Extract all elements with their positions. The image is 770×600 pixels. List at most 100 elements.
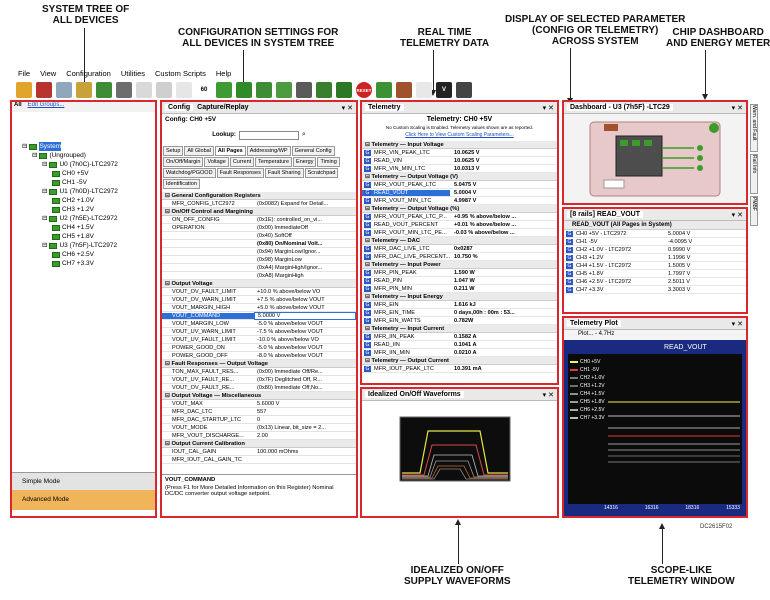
advanced-mode-button[interactable]: Advanced Mode: [12, 490, 155, 510]
menu-file[interactable]: File: [18, 69, 30, 78]
telemetry-row[interactable]: MFR_IIN_PEAK 0.1582 A: [362, 333, 557, 341]
config-section-header[interactable]: ⊟ On/Off Control and Margining: [162, 208, 356, 216]
config-row-value[interactable]: (0x00) ImmediateOff: [254, 225, 356, 231]
config-row-value[interactable]: (0x1E): controlled_on_vi...: [254, 217, 356, 223]
chip-search-icon[interactable]: [76, 82, 92, 98]
config-row-value[interactable]: (0xA8) MarginHigh: [254, 273, 356, 279]
telemetry-section-header[interactable]: ⊟ Telemetry — Input Power: [362, 261, 557, 269]
telemetry-row[interactable]: MFR_EIN 1.616 kJ: [362, 301, 557, 309]
chip-multi-icon[interactable]: [276, 82, 292, 98]
telemetry-row[interactable]: MFR_VIN_PEAK_LTC 10.0625 V: [362, 149, 557, 157]
config-row[interactable]: ON_OFF_CONFIG (0x1E): controlled_on_vi...: [162, 216, 356, 224]
panel-close-icon[interactable]: ▾ ✕: [342, 104, 353, 112]
read-vout-row[interactable]: CH7 +3.3V 3.3003 V: [564, 286, 746, 294]
config-row[interactable]: (0xA8) MarginHigh: [162, 272, 356, 280]
config-row[interactable]: (0x98) MarginLow: [162, 256, 356, 264]
search-icon[interactable]: [56, 82, 72, 98]
config-row-value[interactable]: (0xA4) MarginHigh/Ignor...: [254, 265, 356, 271]
side-tab-rail-info[interactable]: Rail Info: [750, 154, 758, 194]
telemetry-plot-close-icon[interactable]: ▾ ✕: [732, 320, 743, 328]
config-row[interactable]: VOUT_UV_WARN_LIMIT -7.5 % above/below VOU…: [162, 328, 356, 336]
telemetry-row[interactable]: READ_PIN 1.047 W: [362, 277, 557, 285]
telemetry-row[interactable]: MFR_VOUT_MIN_LTC_PE... -0.03 % above/belo…: [362, 229, 557, 237]
telemetry-row[interactable]: READ_IIN 0.1041 A: [362, 341, 557, 349]
config-row-value[interactable]: 5.6000 V: [254, 401, 356, 407]
menu-configuration[interactable]: Configuration: [66, 69, 111, 78]
config-row[interactable]: OPERATION (0x00) ImmediateOff: [162, 224, 356, 232]
chip-read-icon[interactable]: [236, 82, 252, 98]
read-vout-row[interactable]: CH1 -5V -4.0095 V: [564, 238, 746, 246]
config-tab[interactable]: Addressing/WP: [246, 146, 291, 156]
dashboard-close-icon[interactable]: ▾ ✕: [732, 104, 743, 112]
telemetry-row[interactable]: MFR_EIN_TIME 0 days,00h : 00m : 53...: [362, 309, 557, 317]
telemetry-row[interactable]: MFR_EIN_WATTS 0.782W: [362, 317, 557, 325]
tree-node[interactable]: ⊟ U2 (7h5E)-LTC2972: [22, 214, 118, 223]
telemetry-section-header[interactable]: ⊟ Telemetry — Input Current: [362, 325, 557, 333]
config-tab[interactable]: Setup: [163, 146, 184, 156]
config-row[interactable]: (0x40) SoftOff: [162, 232, 356, 240]
config-tab[interactable]: All Pages: [214, 146, 246, 156]
read-vout-row[interactable]: CH0 +5V - LTC2972 5.0004 V: [564, 230, 746, 238]
config-row-value[interactable]: (0x13) Linear, bit_size = 2...: [254, 425, 356, 431]
config-row[interactable]: MFR_IOUT_CAL_GAIN_TC: [162, 456, 356, 464]
config-tab[interactable]: Identification: [163, 179, 200, 189]
board-icon[interactable]: [96, 82, 112, 98]
tree-node[interactable]: ⊟ U3 (7h5F)-LTC2972: [22, 241, 118, 250]
config-tab[interactable]: Fault Sharing: [264, 168, 304, 178]
config-row[interactable]: VOUT_OV_FAULT_LIMIT +10.0 % above/below V…: [162, 288, 356, 296]
config-row-value[interactable]: -5.0 % above/below VOUT: [254, 321, 356, 327]
expand-icon[interactable]: ⊟: [32, 151, 37, 160]
chip-all-icon[interactable]: [256, 82, 272, 98]
read-vout-row[interactable]: CH3 +1.2V 1.1996 V: [564, 254, 746, 262]
config-row[interactable]: VOUT_MARGIN_LOW -5.0 % above/below VOUT: [162, 320, 356, 328]
config-row[interactable]: VOUT_UV_FAULT_LIMIT -10.0 % above/below V…: [162, 336, 356, 344]
tree-node[interactable]: CH2 +1.0V: [22, 196, 118, 205]
tree-node[interactable]: CH7 +3.3V: [22, 259, 118, 268]
chip-prog-icon[interactable]: [376, 82, 392, 98]
config-row[interactable]: (0x80) On/Nominal Volt...: [162, 240, 356, 248]
config-tab[interactable]: Fault Responses: [216, 168, 264, 178]
config-row-value[interactable]: 5.0000 V: [254, 311, 356, 320]
config-row-value[interactable]: (0x40) SoftOff: [254, 233, 356, 239]
config-tab[interactable]: Voltage: [204, 157, 229, 167]
chip-write-icon[interactable]: [216, 82, 232, 98]
config-section-header[interactable]: ⊟ Output Voltage: [162, 280, 356, 288]
config-row-value[interactable]: +10.0 % above/below VO: [254, 289, 356, 295]
side-tab-pmbf[interactable]: PMBF: [750, 196, 758, 226]
read-vout-row[interactable]: CH6 +2.5V - LTC2972 2.5011 V: [564, 278, 746, 286]
info-icon[interactable]: [416, 82, 432, 98]
telemetry-row[interactable]: MFR_PIN_PEAK 1.590 W: [362, 269, 557, 277]
config-row[interactable]: POWER_GOOD_ON -5.0 % above/below VOUT: [162, 344, 356, 352]
paste-icon[interactable]: [156, 82, 172, 98]
tree-all-tab[interactable]: All: [14, 102, 22, 112]
config-row-value[interactable]: 557: [254, 409, 356, 415]
config-section-header[interactable]: ⊟ Output Current Calibration: [162, 440, 356, 448]
config-row[interactable]: VOUT_UV_FAULT_RE... (0x7F) Deglitched Off…: [162, 376, 356, 384]
copy-icon[interactable]: [136, 82, 152, 98]
config-tab[interactable]: Watchdog/PGOOD: [163, 168, 216, 178]
edit-groups-link[interactable]: Edit Groups...: [28, 102, 65, 112]
expand-icon[interactable]: ⊟: [42, 241, 47, 250]
custom-scaling-link[interactable]: Click Here to View Custom Scaling Parame…: [362, 132, 557, 138]
tree-node[interactable]: CH5 +1.8V: [22, 232, 118, 241]
config-section-header[interactable]: ⊟ General Configuration Registers: [162, 192, 356, 200]
telemetry-close-icon[interactable]: ▾ ✕: [543, 104, 554, 112]
tree-node[interactable]: ⊟ System: [22, 142, 118, 151]
telemetry-row[interactable]: MFR_IOUT_PEAK_LTC 10.391 mA: [362, 365, 557, 373]
config-row-value[interactable]: (0x94) MarginLow/Ignor...: [254, 249, 356, 255]
plot-toolbar[interactable]: Plot... - 4.7Hz: [564, 330, 746, 340]
verify-button[interactable]: V: [436, 82, 452, 98]
config-tab[interactable]: On/Off/Margin: [163, 157, 204, 167]
tree-node[interactable]: ⊟ U1 (7h0D)-LTC2972: [22, 187, 118, 196]
telemetry-row[interactable]: READ_VOUT_PERCENT +0.01 % above/below ...: [362, 221, 557, 229]
config-row-value[interactable]: +5.0 % above/below VOUT: [254, 305, 356, 311]
config-row[interactable]: TON_MAX_FAULT_RES... (0x00) Immediate Off…: [162, 368, 356, 376]
telemetry-section-header[interactable]: ⊟ Telemetry — Output Current: [362, 357, 557, 365]
tree-node[interactable]: CH1 -5V: [22, 178, 118, 187]
config-tab[interactable]: Energy: [293, 157, 317, 167]
telemetry-row[interactable]: MFR_DAC_LIVE_PERCENT... 10.750 %: [362, 253, 557, 261]
side-tab-warn-fault[interactable]: Warn. and Fault: [750, 104, 758, 152]
config-tab[interactable]: All Global: [184, 146, 214, 156]
config-row[interactable]: VOUT_OV_WARN_LIMIT +7.5 % above/below VOU…: [162, 296, 356, 304]
config-tab[interactable]: Timing: [317, 157, 340, 167]
